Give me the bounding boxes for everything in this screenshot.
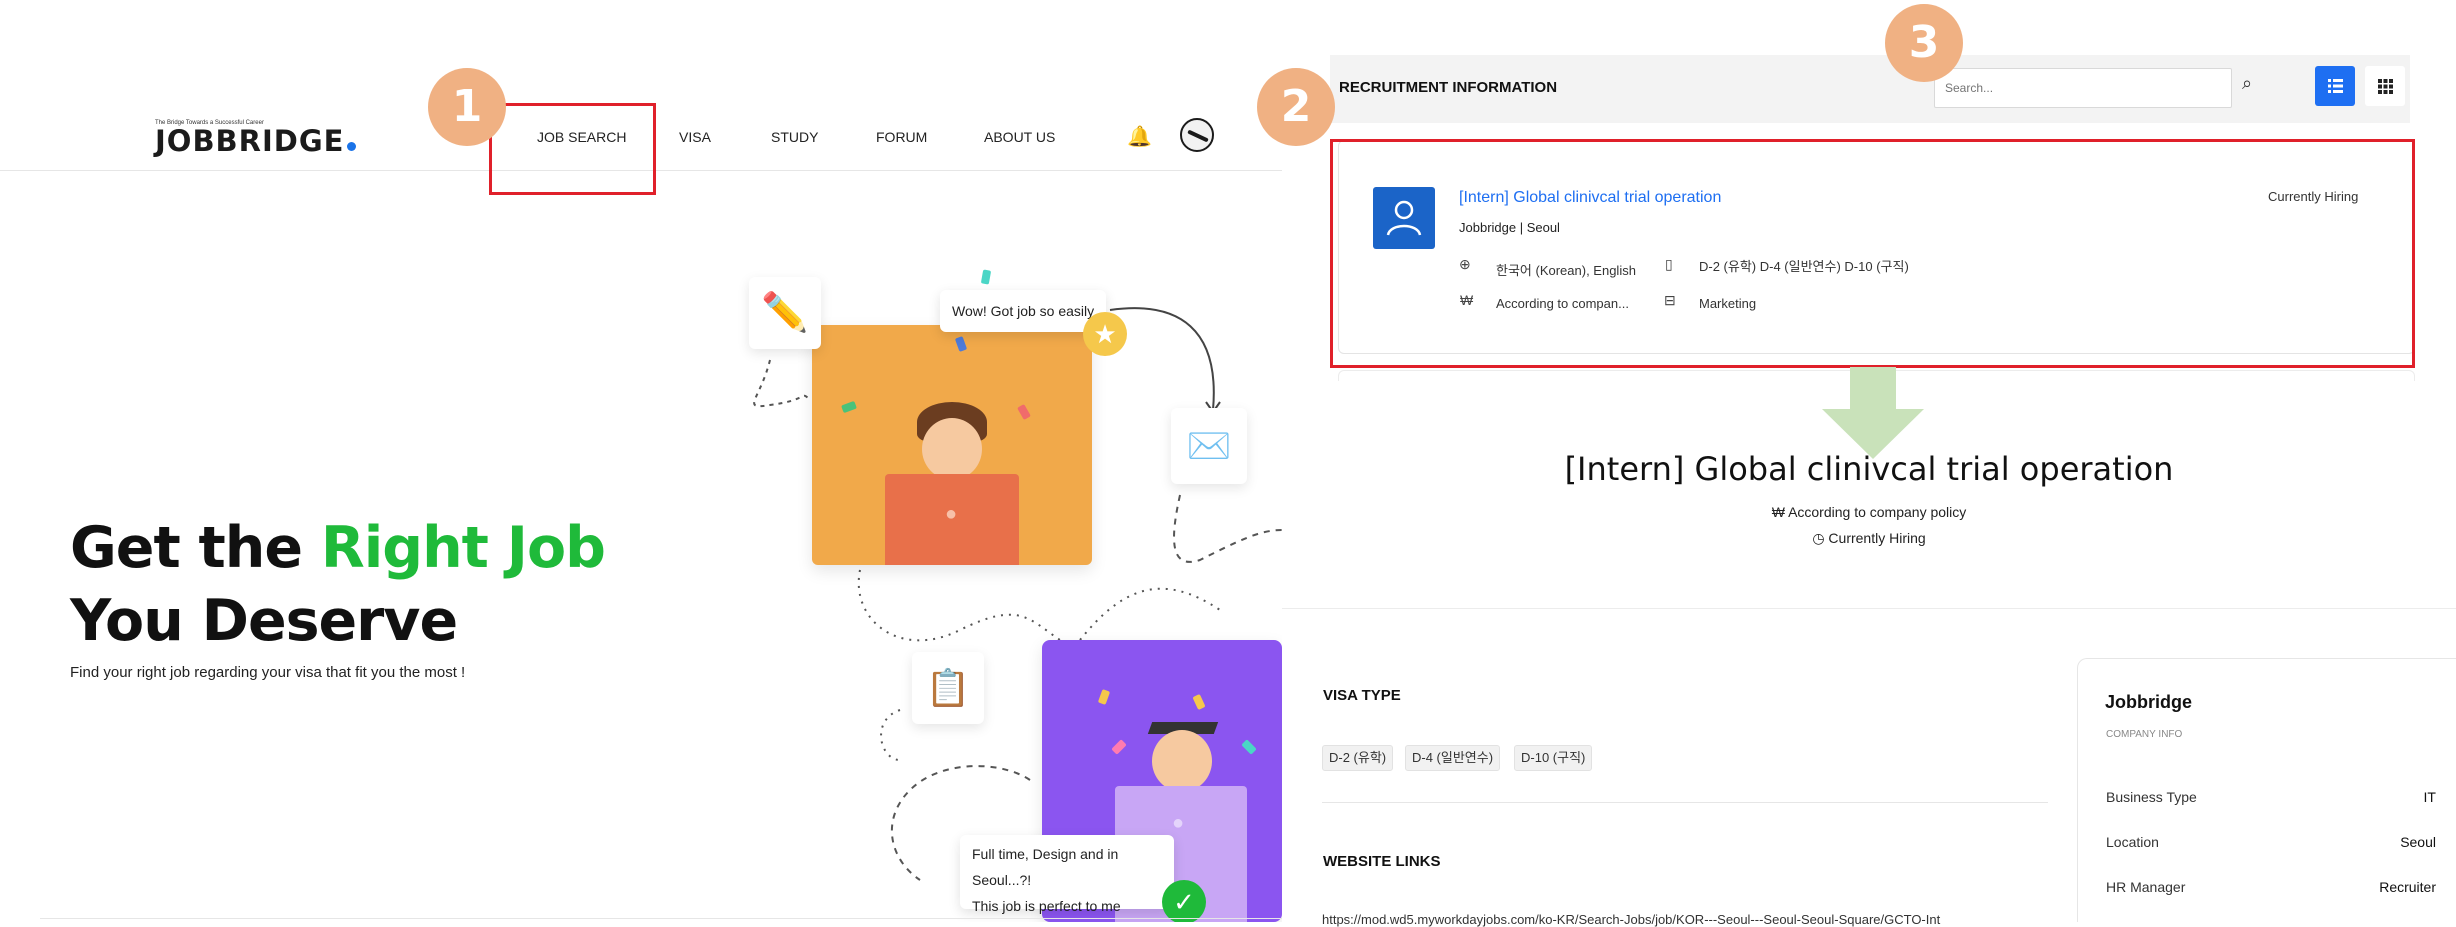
apple-logo-icon: ● (945, 503, 958, 525)
visa-chip: D-4 (일반연수) (1405, 745, 1501, 771)
apple-logo-icon-2: ● (1172, 812, 1185, 834)
search-icon[interactable]: ⌕ (2242, 73, 2252, 94)
nav-about-us[interactable]: ABOUT US (984, 129, 1055, 145)
hero-heading-line1: Get the Right Job (70, 515, 606, 581)
search-input[interactable] (1935, 69, 2187, 107)
speech-bubble-bottom-line2: This job is perfect to me (972, 898, 1121, 914)
info-value-location: Seoul (2400, 834, 2436, 850)
website-links-heading: WEBSITE LINKS (1323, 853, 1441, 870)
highlight-job-search (489, 103, 656, 195)
visa-type-heading: VISA TYPE (1323, 687, 1401, 704)
pencil-icon: ✏️ (749, 277, 821, 349)
listing-title: RECRUITMENT INFORMATION (1339, 79, 1558, 96)
nav-forum[interactable]: FORUM (876, 129, 927, 145)
clock-icon: ◷ (1812, 530, 1829, 546)
visa-chip: D-2 (유학) (1322, 745, 1394, 771)
info-label-hr-manager: HR Manager (2106, 879, 2186, 895)
detail-status: ◷ Currently Hiring (1812, 530, 1926, 546)
detail-divider (1282, 608, 2456, 609)
visa-chip: D-10 (구직) (1514, 745, 1593, 771)
info-value-business-type: IT (2423, 789, 2436, 805)
info-label-business-type: Business Type (2106, 789, 2197, 805)
hero-heading-line2: You Deserve (70, 588, 458, 654)
clipboard-icon: 📋 (912, 652, 984, 724)
company-info-label: COMPANY INFO (2106, 729, 2183, 740)
footer-divider (40, 918, 1282, 919)
nav-visa[interactable]: VISA (679, 129, 711, 145)
logo-dot (347, 142, 356, 151)
list-view-button[interactable] (2315, 66, 2355, 106)
envelope-icon: ✉️ (1171, 408, 1247, 484)
profile-avatar[interactable] (1180, 118, 1214, 152)
checkmark-icon: ✓ (1162, 880, 1206, 922)
search-box (1934, 68, 2232, 108)
grid-icon (2378, 79, 2393, 94)
star-icon: ★ (1083, 312, 1127, 356)
list-icon (2328, 79, 2343, 93)
speech-bubble-bottom: Full time, Design and in Seoul...?! This… (960, 835, 1174, 914)
flow-arrow-stem (1850, 367, 1896, 409)
grid-view-button[interactable] (2365, 66, 2405, 106)
nav-study[interactable]: STUDY (771, 129, 818, 145)
speech-bubble-top: Wow! Got job so easily (940, 290, 1107, 332)
hero-subtitle: Find your right job regarding your visa … (70, 664, 466, 681)
step-badge-2: 2 (1257, 68, 1335, 146)
info-value-hr-manager: Recruiter (2379, 879, 2436, 895)
won-icon: ₩ (1771, 504, 1789, 520)
info-label-location: Location (2106, 834, 2159, 850)
website-link[interactable]: https://mod.wd5.myworkdayjobs.com/ko-KR/… (1322, 912, 2048, 927)
speech-bubble-bottom-line1: Full time, Design and in Seoul...?! (972, 846, 1119, 888)
bell-icon[interactable]: 🔔 (1127, 124, 1152, 149)
company-name: Jobbridge (2105, 692, 2193, 712)
step-badge-3: 3 (1885, 4, 1963, 82)
down-arrow-icon (1822, 409, 1924, 459)
graduate-face (1152, 730, 1212, 792)
hero-highlight: Right Job (320, 515, 606, 581)
jobbridge-logo[interactable]: JOBBRIDGE (155, 124, 344, 158)
avatar-face (922, 418, 982, 480)
detail-salary: ₩ According to company policy (1771, 504, 1967, 520)
step-badge-1: 1 (428, 68, 506, 146)
section-divider (1322, 802, 2048, 803)
highlight-job-card (1330, 139, 2415, 368)
